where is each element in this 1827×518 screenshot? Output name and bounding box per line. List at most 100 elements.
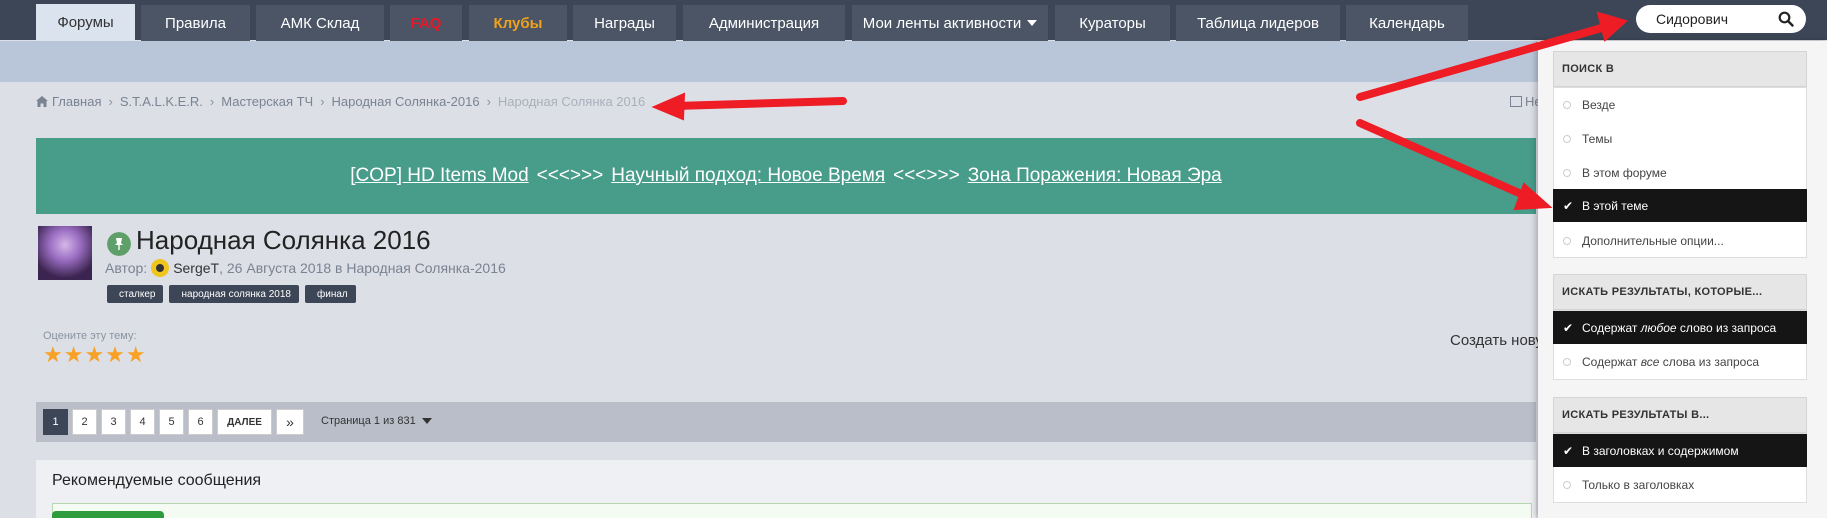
topic-title: Народная Солянка 2016 (136, 225, 431, 255)
promo-banner: [COP] HD Items Mod <<<>>> Научный подход… (36, 138, 1536, 214)
tab-rules[interactable]: Правила (141, 5, 250, 41)
radiation-icon (151, 259, 170, 277)
banner-link-hd-items[interactable]: [COP] HD Items Mod (350, 165, 528, 187)
author-name[interactable]: SergeT (173, 260, 219, 276)
chevron-right-icon: › (108, 94, 113, 109)
topic-date: , 26 Августа 2018 в Народная Солянка-201… (219, 260, 506, 276)
search-field[interactable] (1636, 5, 1806, 33)
check-icon: ✔ (1563, 198, 1574, 213)
tab-curators[interactable]: Кураторы (1055, 5, 1170, 41)
tab-administration[interactable]: Администрация (683, 5, 845, 41)
breadcrumb-forum[interactable]: Народная Солянка-2016 (332, 94, 480, 109)
breadcrumb-current: Народная Солянка 2016 (497, 94, 646, 109)
match-all-words-label-emphasis: все (1640, 354, 1660, 369)
chevron-right-icon: › (209, 94, 215, 109)
page-button-3[interactable]: 3 (101, 409, 126, 435)
match-any-word-option[interactable]: ✔ Содержат любое слово из запроса (1553, 311, 1807, 344)
page-button-2[interactable]: 2 (72, 409, 97, 435)
chevron-right-icon: › (320, 94, 325, 109)
check-icon: ✔ (1563, 443, 1574, 458)
top-navigation: Форумы Правила АМК Склад FAQ Клубы Награ… (0, 0, 1827, 41)
chevron-right-icon: › (486, 94, 491, 109)
match-all-words-label-pre: Содержат (1582, 354, 1641, 369)
search-option-label: В этой теме (1582, 198, 1649, 213)
breadcrumb-stalker[interactable]: S.T.A.L.K.E.R. (120, 94, 203, 109)
match-any-word-label-post: слово из запроса (1676, 320, 1777, 335)
tab-leaderboard[interactable]: Таблица лидеров (1176, 5, 1340, 41)
search-match-header: ИСКАТЬ РЕЗУЛЬТАТЫ, КОТОРЫЕ... (1553, 274, 1807, 310)
page-button-4[interactable]: 4 (130, 409, 155, 435)
chevron-down-icon (1027, 20, 1038, 26)
radio-icon (1563, 100, 1571, 109)
create-new-topic-button[interactable]: Создать нову (1450, 332, 1543, 349)
match-any-word-label: Содержат любое слово из запроса (1582, 321, 1776, 335)
annotation-arrow-breadcrumb (671, 97, 847, 110)
banner-separator: <<<>>> (536, 165, 604, 186)
search-option-topics[interactable]: Темы (1553, 122, 1807, 155)
tab-activity-streams-label: Мои ленты активности (862, 14, 1022, 32)
page-button-6[interactable]: 6 (188, 409, 213, 435)
page-button-5[interactable]: 5 (159, 409, 184, 435)
search-in-header: ПОИСК В (1553, 51, 1807, 87)
radio-icon (1563, 134, 1571, 143)
radio-icon (1563, 168, 1571, 177)
search-option-this-topic[interactable]: ✔ В этой теме (1553, 189, 1807, 222)
author-avatar[interactable] (38, 226, 92, 280)
banner-link-new-era[interactable]: Зона Поражения: Новая Эра (968, 165, 1222, 187)
match-any-word-label-emphasis: любое (1640, 320, 1677, 335)
page-jump-dropdown[interactable]: Страница 1 из 831 (321, 415, 432, 427)
tag[interactable]: финал (305, 285, 356, 303)
search-option-label: В заголовках и содержимом (1582, 443, 1739, 458)
banner-link-new-time[interactable]: Научный подход: Новое Время (611, 165, 885, 187)
search-where-header: ИСКАТЬ РЕЗУЛЬТАТЫ В... (1553, 397, 1807, 433)
unread-link[interactable]: Не (1510, 94, 1542, 109)
tab-clubs[interactable]: Клубы (469, 5, 567, 41)
breadcrumb: Главная › S.T.A.L.K.E.R. › Мастерская ТЧ… (36, 94, 645, 109)
match-any-word-label-pre: Содержат (1582, 320, 1641, 335)
tab-amk-storage[interactable]: АМК Склад (256, 5, 384, 41)
page-of-label: Страница 1 из 831 (321, 415, 416, 427)
arrowhead-icon (651, 92, 686, 121)
pin-icon (107, 232, 131, 256)
search-input[interactable] (1654, 10, 1768, 28)
radio-icon (1563, 480, 1571, 489)
rate-label: Оцените эту тему: (43, 330, 137, 342)
check-icon: ✔ (1563, 320, 1574, 335)
match-all-words-option[interactable]: Содержат все слова из запроса (1553, 345, 1807, 378)
rating-stars[interactable]: ★★★★★ (43, 342, 147, 368)
search-option-everywhere[interactable]: Везде (1553, 88, 1807, 121)
topic-author-line: Автор: SergeT , 26 Августа 2018 в Народн… (105, 259, 506, 277)
match-all-words-label-post: слова из запроса (1659, 354, 1760, 369)
search-option-label: Только в заголовках (1582, 477, 1695, 492)
breadcrumb-home[interactable]: Главная (52, 94, 101, 109)
author-prefix: Автор: (105, 260, 148, 276)
search-option-label: Темы (1582, 131, 1613, 146)
topic-tags: сталкер народная солянка 2018 финал (107, 285, 356, 303)
next-page-button[interactable]: ДАЛЕЕ (217, 409, 272, 435)
tab-activity-streams[interactable]: Мои ленты активности (852, 5, 1048, 41)
page-button-1[interactable]: 1 (43, 409, 68, 435)
feed-icon (1510, 96, 1522, 107)
chevron-down-icon (421, 418, 432, 424)
search-option-label: Дополнительные опции... (1582, 233, 1724, 248)
tag[interactable]: сталкер (107, 285, 164, 303)
tag[interactable]: народная солянка 2018 (169, 285, 299, 303)
search-icon[interactable] (1778, 11, 1794, 27)
match-all-words-label: Содержат все слова из запроса (1582, 355, 1759, 369)
tab-awards[interactable]: Награды (573, 5, 676, 41)
search-option-advanced[interactable]: Дополнительные опции... (1553, 224, 1807, 257)
search-option-label: Везде (1582, 97, 1616, 112)
last-page-button[interactable]: » (276, 409, 304, 435)
home-icon (36, 96, 48, 107)
recommended-posts-title: Рекомендуемые сообщения (52, 472, 262, 489)
tab-forums[interactable]: Форумы (36, 4, 135, 41)
search-titles-and-content-option[interactable]: ✔ В заголовках и содержимом (1553, 434, 1807, 467)
search-option-label: В этом форуме (1582, 165, 1667, 180)
breadcrumb-workshop[interactable]: Мастерская ТЧ (221, 94, 313, 109)
search-option-this-forum[interactable]: В этом форуме (1553, 156, 1807, 189)
banner-separator: <<<>>> (893, 165, 960, 186)
search-titles-only-option[interactable]: Только в заголовках (1553, 468, 1807, 501)
radio-icon (1563, 236, 1571, 245)
tab-faq[interactable]: FAQ (390, 5, 462, 41)
tab-calendar[interactable]: Календарь (1346, 5, 1468, 41)
